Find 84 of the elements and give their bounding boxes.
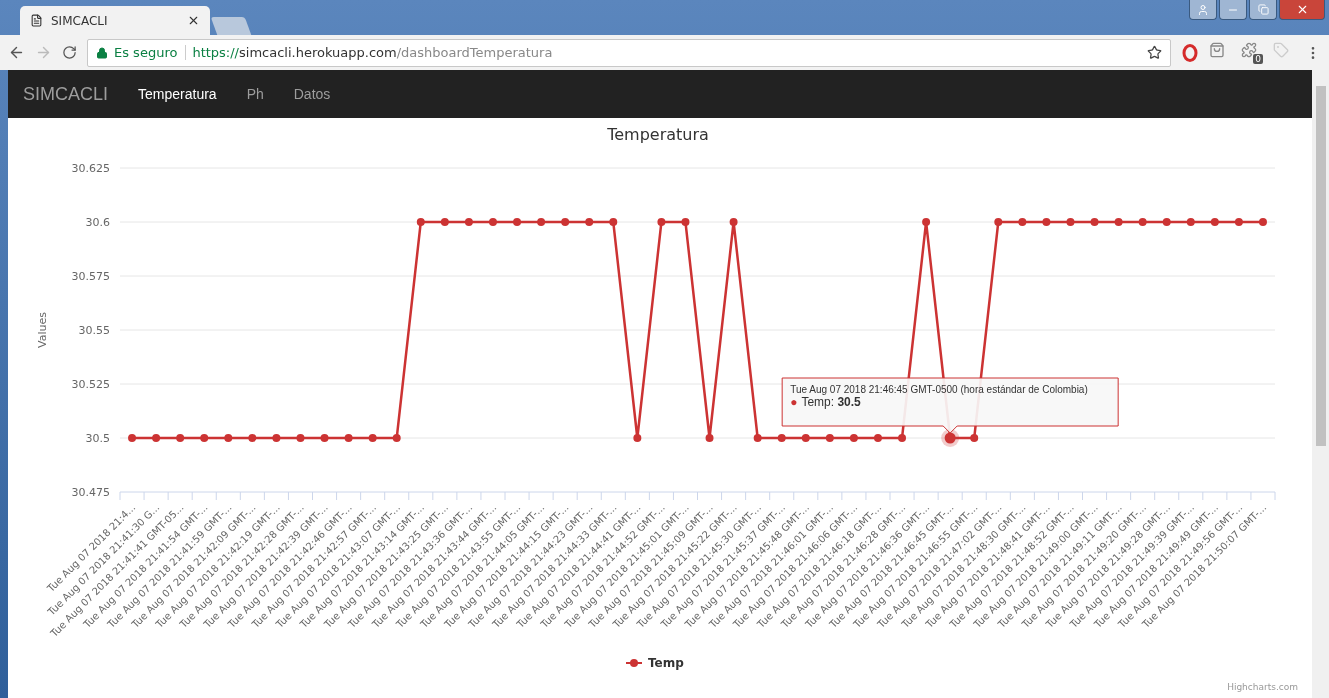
- url-text: https://simcacli.herokuapp.com/dashboardTemperatura: [192, 45, 554, 60]
- data-point[interactable]: [801, 434, 810, 442]
- data-point[interactable]: [392, 434, 401, 442]
- star-icon[interactable]: [1147, 45, 1162, 60]
- data-point[interactable]: [1234, 218, 1243, 226]
- reload-icon[interactable]: [62, 45, 77, 60]
- data-point[interactable]: [537, 218, 546, 226]
- y-tick-label: 30.6: [85, 216, 110, 229]
- series-dot: ●: [790, 395, 798, 409]
- back-icon[interactable]: [8, 44, 25, 61]
- data-point[interactable]: [344, 434, 353, 442]
- y-axis-title: Values: [36, 312, 49, 348]
- data-point[interactable]: [944, 432, 956, 444]
- data-point[interactable]: [464, 218, 473, 226]
- data-point[interactable]: [152, 434, 161, 442]
- y-tick-label: 30.625: [71, 162, 110, 175]
- data-point[interactable]: [296, 434, 305, 442]
- data-point[interactable]: [488, 218, 497, 226]
- data-point[interactable]: [633, 434, 642, 442]
- data-point[interactable]: [681, 218, 690, 226]
- data-point[interactable]: [440, 218, 449, 226]
- page-icon: [30, 14, 43, 27]
- data-point[interactable]: [368, 434, 377, 442]
- data-point[interactable]: [1042, 218, 1051, 226]
- data-point[interactable]: [1114, 218, 1123, 226]
- close-window-button[interactable]: [1279, 0, 1325, 20]
- minimize-button[interactable]: [1219, 0, 1247, 20]
- y-tick-label: 30.55: [78, 324, 110, 337]
- extension-badge: 0: [1253, 53, 1263, 64]
- security-label: Es seguro: [114, 45, 187, 60]
- data-point[interactable]: [200, 434, 209, 442]
- lock-icon: [96, 46, 108, 59]
- data-point[interactable]: [585, 218, 594, 226]
- data-point[interactable]: [1018, 218, 1027, 226]
- data-point[interactable]: [753, 434, 762, 442]
- data-point[interactable]: [1210, 218, 1219, 226]
- nav-link[interactable]: Datos: [293, 86, 331, 102]
- data-point[interactable]: [248, 434, 257, 442]
- data-point[interactable]: [777, 434, 786, 442]
- legend-marker-icon: [625, 659, 643, 667]
- data-point[interactable]: [416, 218, 425, 226]
- restore-button[interactable]: [1249, 0, 1277, 20]
- brand-name[interactable]: SIMCACLI: [23, 83, 109, 105]
- tooltip-value: Temp: 30.5: [801, 395, 861, 409]
- y-tick-label: 30.5: [85, 432, 110, 445]
- user-icon: [1197, 3, 1209, 16]
- data-point[interactable]: [224, 434, 233, 442]
- nav-link[interactable]: Ph: [246, 86, 264, 102]
- y-tick-label: 30.575: [71, 270, 110, 283]
- data-point[interactable]: [1066, 218, 1075, 226]
- restore-icon: [1257, 4, 1269, 15]
- data-point[interactable]: [561, 218, 570, 226]
- data-point[interactable]: [128, 434, 137, 442]
- data-point[interactable]: [609, 218, 618, 226]
- data-point[interactable]: [849, 434, 858, 442]
- tab-title: SIMCACLI: [51, 13, 109, 28]
- data-point[interactable]: [1090, 218, 1099, 226]
- data-point[interactable]: [657, 218, 666, 226]
- data-point[interactable]: [994, 218, 1003, 226]
- address-bar[interactable]: Es seguro https://simcacli.herokuapp.com/dashboardTemperatura: [87, 38, 1171, 67]
- data-point[interactable]: [1258, 218, 1267, 226]
- legend-item[interactable]: Temp: [648, 656, 684, 670]
- data-point[interactable]: [320, 434, 329, 442]
- chart-title: Temperatura: [607, 125, 709, 144]
- data-point[interactable]: [970, 434, 979, 442]
- data-point[interactable]: [1186, 218, 1195, 226]
- data-point[interactable]: [825, 434, 834, 442]
- user-button[interactable]: [1189, 0, 1217, 20]
- data-point[interactable]: [513, 218, 522, 226]
- y-tick-label: 30.475: [71, 486, 110, 499]
- close-icon[interactable]: [187, 14, 200, 27]
- tooltip-title: Tue Aug 07 2018 21:46:45 GMT-0500 (hora estándar de Colombia): [790, 384, 1089, 395]
- nav-link[interactable]: Temperatura: [138, 86, 217, 102]
- data-point[interactable]: [922, 218, 931, 226]
- browser-tab[interactable]: SIMCACLI: [20, 6, 210, 35]
- data-point[interactable]: [1138, 218, 1147, 226]
- data-point[interactable]: [176, 434, 185, 442]
- y-tick-label: 30.525: [71, 378, 110, 391]
- data-point[interactable]: [272, 434, 281, 442]
- data-point[interactable]: [729, 218, 738, 226]
- data-point[interactable]: [898, 434, 907, 442]
- data-point[interactable]: [873, 434, 882, 442]
- data-point[interactable]: [705, 434, 714, 442]
- data-point[interactable]: [1162, 218, 1171, 226]
